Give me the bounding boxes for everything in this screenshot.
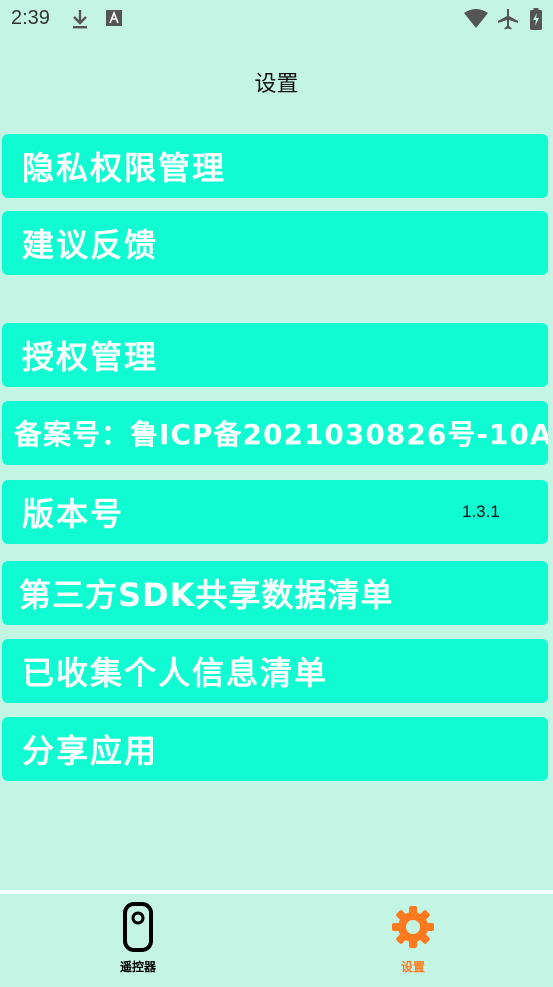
feedback-label: 建议反馈 <box>22 226 159 264</box>
gear-icon <box>392 906 434 948</box>
page-title: 设置 <box>254 72 299 97</box>
airplane-mode-icon <box>498 9 518 30</box>
privacy-permissions-label: 隐私权限管理 <box>22 149 227 187</box>
version-value: 1.3.1 <box>462 502 500 521</box>
wifi-icon <box>464 9 488 28</box>
version-label: 版本号 <box>22 495 125 533</box>
nav-remote-label: 遥控器 <box>119 960 156 974</box>
authorization-management-label: 授权管理 <box>22 338 159 376</box>
status-bar: 2:39 <box>0 0 553 38</box>
nav-settings[interactable]: 设置 <box>363 902 463 975</box>
nav-remote[interactable]: 遥控器 <box>88 902 188 975</box>
share-app-label: 分享应用 <box>22 732 159 770</box>
download-icon <box>73 10 87 29</box>
remote-control-icon <box>123 902 153 952</box>
battery-charging-icon <box>530 8 542 30</box>
version-item: 版本号 1.3.1 <box>2 480 548 544</box>
icp-record-item[interactable]: 备案号：鲁ICP备2021030826号-10A <box>2 401 548 465</box>
feedback-item[interactable]: 建议反馈 <box>2 211 548 275</box>
collected-info-item[interactable]: 已收集个人信息清单 <box>2 639 548 703</box>
icp-record-label: 备案号：鲁ICP备2021030826号-10A <box>14 418 548 451</box>
bottom-nav: 遥控器 设置 <box>0 890 553 987</box>
third-party-sdk-item[interactable]: 第三方SDK共享数据清单 <box>2 561 548 625</box>
share-app-item[interactable]: 分享应用 <box>2 717 548 781</box>
third-party-sdk-label: 第三方SDK共享数据清单 <box>19 576 394 614</box>
authorization-management-item[interactable]: 授权管理 <box>2 323 548 387</box>
app-notification-icon <box>106 10 122 26</box>
nav-settings-label: 设置 <box>400 960 425 974</box>
status-time: 2:39 <box>11 7 50 29</box>
collected-info-label: 已收集个人信息清单 <box>22 654 329 692</box>
privacy-permissions-item[interactable]: 隐私权限管理 <box>2 134 548 198</box>
